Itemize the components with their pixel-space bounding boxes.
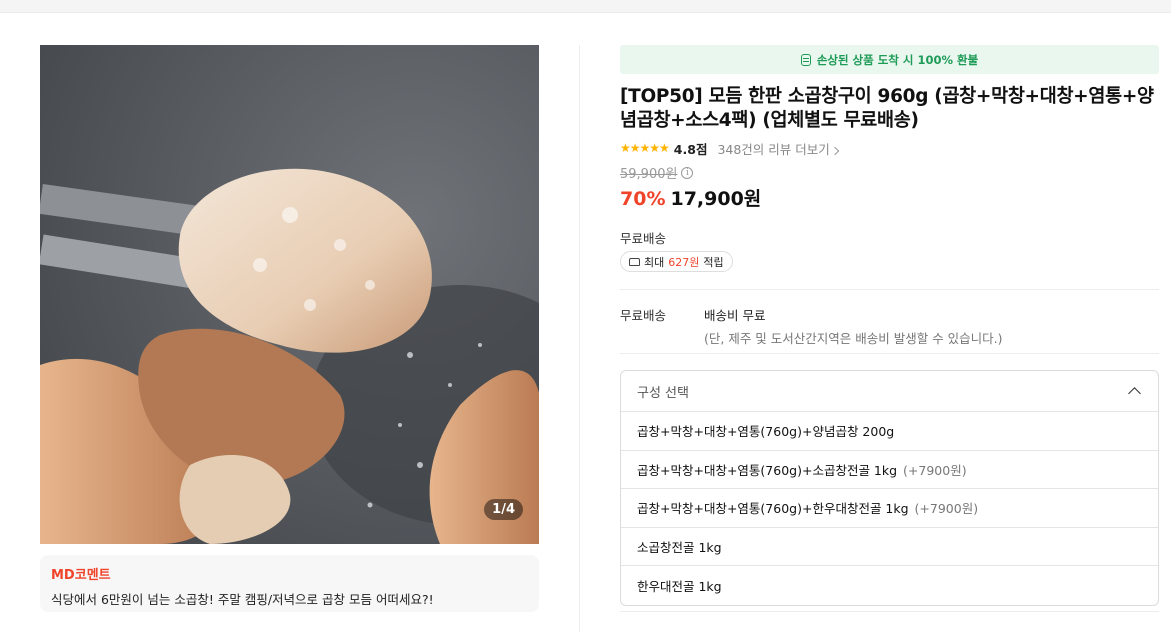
option-selector: 구성 선택 곱창+막창+대창+염통(760g)+양념곱창 200g 곱창+막창+… <box>620 370 1159 606</box>
option-item[interactable]: 곱창+막창+대창+염통(760g)+소곱창전골 1kg (+7900원) <box>621 451 1158 490</box>
review-link-text: 348건의 리뷰 더보기 <box>717 141 830 157</box>
review-link[interactable]: 348건의 리뷰 더보기 <box>717 139 840 158</box>
shipping-note: (단, 제주 및 도서산간지역은 배송비 발생할 수 있습니다.) <box>704 331 1003 346</box>
refund-banner-text: 손상된 상품 도착 시 100% 환불 <box>816 52 979 67</box>
product-info: 손상된 상품 도착 시 100% 환불 [TOP50] 모듬 한판 소곱창구이 … <box>620 45 1159 606</box>
sale-price: 17,900원 <box>670 188 762 210</box>
section-divider <box>620 353 1159 354</box>
original-price: 59,900원 <box>620 167 678 182</box>
product-photo-illustration <box>40 45 539 544</box>
option-selector-label: 구성 선택 <box>637 385 689 401</box>
original-price-row: 59,900원 i <box>620 165 1159 182</box>
shipping-key: 무료배송 <box>620 308 667 323</box>
option-label: 곱창+막창+대창+염통(760g)+양념곱창 200g <box>637 424 895 440</box>
shipping-value: 배송비 무료 <box>704 308 766 323</box>
option-selector-header[interactable]: 구성 선택 <box>621 371 1158 412</box>
option-extra-price: (+7900원) <box>903 462 967 478</box>
option-item[interactable]: 소곱창전골 1kg <box>621 528 1158 567</box>
top-breadcrumb-bar <box>0 0 1171 13</box>
points-suffix: 적립 <box>703 255 724 269</box>
shipping-info: 무료배송 배송비 무료 (단, 제주 및 도서산간지역은 배송비 발생할 수 있… <box>620 289 1159 353</box>
chevron-right-icon <box>830 146 840 155</box>
option-item[interactable]: 곱창+막창+대창+염통(760g)+한우대창전골 1kg (+7900원) <box>621 489 1158 528</box>
md-comment-text: 식당에서 6만원이 넘는 소곱창! 주말 캠핑/저녁으로 곱창 모듬 어떠세요?… <box>51 592 434 607</box>
price-row: 70% 17,900원 <box>620 184 1159 210</box>
option-label: 소곱창전골 1kg <box>637 540 722 556</box>
option-label: 곱창+막창+대창+염통(760g)+소곱창전골 1kg <box>637 462 898 478</box>
rating-stars: ★★★★★ <box>620 141 670 155</box>
product-title: [TOP50] 모듬 한판 소곱창구이 960g (곱창+막창+대창+염통+양념… <box>620 86 1154 131</box>
image-counter: 1/4 <box>484 499 523 520</box>
option-label: 곱창+막창+대창+염통(760g)+한우대창전골 1kg <box>637 501 909 517</box>
rating-score: 4.8점 <box>673 141 708 157</box>
option-label: 한우대전골 1kg <box>637 579 722 595</box>
chevron-up-icon <box>1128 387 1141 400</box>
info-icon[interactable]: i <box>681 166 694 179</box>
points-value: 627원 <box>668 255 700 269</box>
rating-row: ★★★★★ 4.8점 348건의 리뷰 더보기 <box>620 139 1159 158</box>
points-prefix: 최대 <box>644 255 665 269</box>
refund-banner: 손상된 상품 도착 시 100% 환불 <box>620 45 1159 74</box>
md-comment-title: MD코멘트 <box>51 568 111 583</box>
option-extra-price: (+7900원) <box>914 501 979 517</box>
md-comment: MD코멘트 식당에서 6만원이 넘는 소곱창! 주말 캠핑/저녁으로 곱창 모듬… <box>40 555 539 612</box>
points-badge[interactable]: 최대 627원 적립 <box>620 251 733 272</box>
column-divider <box>579 45 580 632</box>
option-item[interactable]: 곱창+막창+대창+염통(760g)+양념곱창 200g <box>621 412 1158 451</box>
discount-rate: 70% <box>620 188 666 210</box>
option-item[interactable]: 한우대전골 1kg <box>621 566 1158 605</box>
product-gallery: 1/4 MD코멘트 식당에서 6만원이 넘는 소곱창! 주말 캠핑/저녁으로 곱… <box>40 45 539 612</box>
bottom-divider <box>620 611 1159 612</box>
free-shipping-label: 무료배송 <box>620 231 667 246</box>
receipt-icon <box>800 53 811 66</box>
crown-icon <box>629 257 640 266</box>
product-image[interactable]: 1/4 <box>40 45 539 544</box>
